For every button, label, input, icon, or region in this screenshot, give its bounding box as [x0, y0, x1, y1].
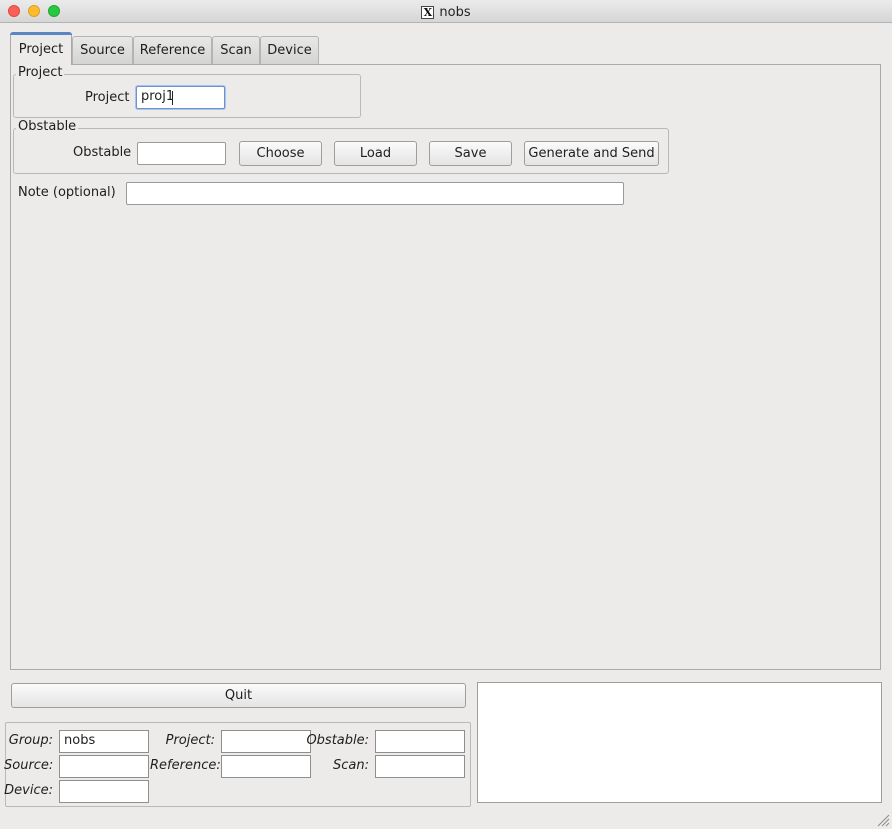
window-title: nobs [439, 4, 471, 20]
project-status-field [221, 730, 311, 753]
x11-app-icon: X [421, 5, 435, 19]
tab-reference[interactable]: Reference [133, 36, 212, 64]
save-button[interactable]: Save [429, 141, 512, 166]
group-status-field: nobs [59, 730, 149, 753]
obstable-field-label: Obstable [73, 145, 132, 160]
log-text-area[interactable] [477, 682, 882, 803]
project-group-title: Project [16, 65, 65, 80]
obstable-group-title: Obstable [16, 119, 79, 134]
obstable-input[interactable] [137, 142, 226, 165]
generate-and-send-button[interactable]: Generate and Send [524, 141, 659, 166]
scan-status-label: Scan: [333, 758, 369, 773]
window-title-area: X nobs [0, 3, 892, 21]
obstable-status-field [375, 730, 465, 753]
note-label: Note (optional) [18, 185, 116, 200]
tab-source[interactable]: Source [72, 36, 133, 64]
project-status-label: Project: [165, 733, 215, 748]
tab-scan[interactable]: Scan [212, 36, 260, 64]
resize-grip-icon[interactable] [876, 813, 890, 827]
quit-button[interactable]: Quit [11, 683, 466, 708]
scan-status-field [375, 755, 465, 778]
text-caret [172, 91, 173, 105]
device-status-label: Device: [4, 783, 53, 798]
note-input[interactable] [126, 182, 624, 205]
source-status-label: Source: [4, 758, 54, 773]
project-field-label: Project [85, 90, 130, 105]
choose-button[interactable]: Choose [239, 141, 322, 166]
obstable-status-label: Obstable: [306, 733, 369, 748]
tab-device[interactable]: Device [260, 36, 319, 64]
tab-project[interactable]: Project [10, 32, 72, 65]
project-input[interactable]: proj1 [136, 86, 225, 109]
group-status-label: Group: [8, 733, 53, 748]
reference-status-field [221, 755, 311, 778]
source-status-field [59, 755, 149, 778]
reference-status-label: Reference: [150, 758, 221, 773]
device-status-field [59, 780, 149, 803]
load-button[interactable]: Load [334, 141, 417, 166]
